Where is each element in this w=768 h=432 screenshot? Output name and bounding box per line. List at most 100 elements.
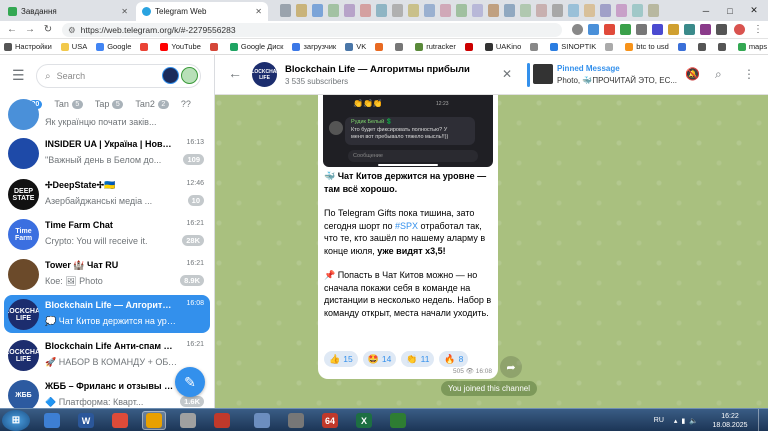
extension-icon[interactable]	[668, 24, 679, 35]
browser-tab-mini[interactable]	[472, 4, 483, 17]
bookmark-item[interactable]	[140, 42, 151, 51]
channel-title[interactable]: Blockchain Life — Алгоритмы прибыли	[285, 64, 470, 75]
browser-tab-mini[interactable]	[424, 4, 435, 17]
browser-tab-mini[interactable]	[488, 4, 499, 17]
bookmark-item[interactable]	[375, 42, 386, 51]
volume-icon[interactable]: 🔈	[689, 417, 698, 425]
browser-tab-mini[interactable]	[568, 4, 579, 17]
clock[interactable]: 16:22 18.08.2025	[702, 412, 758, 430]
browser-tab-mini[interactable]	[616, 4, 627, 17]
bookmark-item[interactable]: загрузчик	[292, 42, 336, 51]
chat-list-item[interactable]: INSIDER UA | Україна | Новини 16:13 "Важны…	[4, 134, 210, 172]
browser-tab-mini[interactable]	[344, 4, 355, 17]
bookmark-item[interactable]	[464, 42, 476, 51]
chat-list-item[interactable]: BLOCKCHAIN LIFE Blockchain Life Анти-спам…	[4, 336, 210, 374]
hashtag-link[interactable]: #SPX	[395, 221, 418, 231]
extension-icon[interactable]	[684, 24, 695, 35]
site-info-icon[interactable]: ⚙	[68, 25, 76, 36]
taskbar-app-icon[interactable]: W	[74, 411, 98, 430]
taskbar-app-icon[interactable]	[284, 411, 308, 430]
bookmark-item[interactable]	[530, 42, 541, 51]
browser-tab-mini[interactable]	[408, 4, 419, 17]
window-close-button[interactable]: ✕	[742, 0, 766, 21]
taskbar-app-icon[interactable]	[40, 411, 64, 430]
browser-tab-mini[interactable]	[328, 4, 339, 17]
close-icon[interactable]: ✕	[255, 7, 262, 16]
bookmark-item[interactable]: USA	[60, 42, 87, 51]
folder-tab[interactable]: Tan 5	[54, 99, 83, 109]
taskbar-app-icon[interactable]	[250, 411, 274, 430]
chat-list-item[interactable]: Tower 🏰 Чат RU 16:21 Кое: 🖼 Photo 8.9K	[4, 255, 210, 293]
browser-tab-mini[interactable]	[648, 4, 659, 17]
extension-icon[interactable]	[700, 24, 711, 35]
bookmark-item[interactable]	[677, 42, 689, 51]
close-icon[interactable]: ✕	[502, 67, 512, 81]
bookmark-item[interactable]: rutracker	[415, 42, 456, 51]
reload-icon[interactable]: ↻	[42, 24, 54, 35]
taskbar-app-icon[interactable]	[142, 411, 166, 430]
chat-list-item[interactable]: BLOCKCHAIN LIFE Blockchain Life — Алгорит…	[4, 295, 210, 333]
minimize-button[interactable]: ─	[694, 0, 718, 21]
browser-tab-mini[interactable]	[360, 4, 371, 17]
show-desktop-button[interactable]	[758, 409, 768, 432]
back-arrow-icon[interactable]: ←	[228, 65, 242, 81]
browser-tab-mini[interactable]	[376, 4, 387, 17]
browser-tab-mini[interactable]	[520, 4, 531, 17]
close-icon[interactable]: ✕	[121, 7, 128, 16]
start-button[interactable]: ⊞	[2, 410, 30, 431]
browser-tab-mini[interactable]	[456, 4, 467, 17]
pinned-title[interactable]: Pinned Message	[557, 64, 620, 73]
forward-arrow-icon[interactable]: →	[24, 24, 36, 35]
bookmark-item[interactable]: UAKino	[484, 42, 521, 51]
browser-tab-telegram[interactable]: Telegram Web ✕	[136, 2, 268, 21]
folder-tab[interactable]: ??	[181, 99, 191, 109]
chat-list-item[interactable]: Time Farm Time Farm Chat 16:21 Crypto: You …	[4, 215, 210, 253]
reaction-button[interactable]: 🔥 8	[439, 351, 469, 367]
chat-list-item[interactable]: Як українцю почати заків...	[4, 99, 210, 133]
puzzle-icon[interactable]	[716, 24, 727, 35]
bookmark-item[interactable]	[697, 42, 709, 51]
taskbar-app-icon[interactable]	[210, 411, 234, 430]
story-avatar[interactable]	[181, 67, 198, 84]
pinned-text[interactable]: Photo, 🐳ПРОЧИТАЙ ЭТО, ЕС...	[557, 76, 677, 85]
bookmark-item[interactable]: Настройки	[4, 42, 52, 51]
extension-icon[interactable]	[604, 24, 615, 35]
bookmark-item[interactable]	[209, 42, 221, 51]
extension-icon[interactable]	[572, 24, 583, 35]
reaction-button[interactable]: 👍 15	[324, 351, 358, 367]
bookmark-item[interactable]	[605, 42, 616, 51]
url-field[interactable]: ⚙ https://web.telegram.org/k/#-227955628…	[62, 23, 562, 37]
taskbar-app-icon[interactable]	[108, 411, 132, 430]
bookmark-item[interactable]: btc to usd	[625, 42, 669, 51]
more-options-icon[interactable]: ⋮	[743, 67, 755, 81]
message-photo[interactable]: 👏👏👏 12:23 Рудик Белый 💲 Кто будет фиксир…	[323, 95, 493, 167]
browser-tab-mini[interactable]	[552, 4, 563, 17]
bookmark-item[interactable]: SINOPTIK	[550, 42, 596, 51]
browser-tab-mini[interactable]	[392, 4, 403, 17]
bookmark-item[interactable]: Google	[96, 42, 131, 51]
bookmark-item[interactable]: Google Диск	[229, 42, 283, 51]
mute-bell-icon[interactable]: 🔕	[685, 67, 700, 81]
browser-tab-mini[interactable]	[536, 4, 547, 17]
folder-tab[interactable]: Tap 5	[95, 99, 124, 109]
extension-icon[interactable]	[588, 24, 599, 35]
browser-tab-mini[interactable]	[312, 4, 323, 17]
browser-tab-mini[interactable]	[440, 4, 451, 17]
tray-arrow-icon[interactable]: ▴	[674, 417, 678, 425]
taskbar-app-icon[interactable]: X	[352, 411, 376, 430]
extension-icon[interactable]	[636, 24, 647, 35]
language-indicator[interactable]: RU	[654, 417, 664, 424]
browser-tab-mini[interactable]	[600, 4, 611, 17]
browser-tab-mini[interactable]	[584, 4, 595, 17]
folder-tab[interactable]: Tan2 2	[135, 99, 169, 109]
new-message-button[interactable]: ✎	[175, 367, 205, 397]
forward-button[interactable]: ➦	[500, 356, 522, 378]
chat-list-item[interactable]: DEEP STATE ✢DeepState✢🇺🇦 12:46 Азербайджанс…	[4, 175, 210, 213]
bookmark-item[interactable]: VK	[345, 42, 366, 51]
browser-tab-mini[interactable]	[632, 4, 643, 17]
taskbar-app-icon[interactable]	[386, 411, 410, 430]
menu-icon[interactable]: ☰	[12, 68, 26, 82]
network-icon[interactable]: ▮	[681, 417, 685, 425]
bookmark-item[interactable]: YouTube	[160, 42, 201, 51]
bookmark-item[interactable]: maps	[737, 42, 767, 51]
